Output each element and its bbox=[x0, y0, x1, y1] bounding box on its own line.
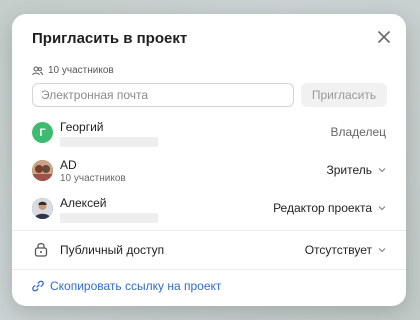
member-name: AD bbox=[60, 158, 77, 172]
chevron-down-icon bbox=[378, 168, 386, 173]
member-role-label: Владелец bbox=[330, 125, 386, 139]
copy-link-label: Скопировать ссылку на проект bbox=[50, 279, 222, 293]
avatar-photo bbox=[32, 198, 53, 219]
email-field[interactable] bbox=[32, 83, 294, 107]
member-row: Алексей Редактор проекта bbox=[32, 196, 386, 226]
avatar bbox=[32, 160, 53, 181]
invite-dialog: Пригласить в проект 10 участников Пригла… bbox=[12, 14, 406, 306]
member-row: Г Георгий Владелец bbox=[32, 120, 386, 150]
member-name: Георгий bbox=[60, 120, 104, 134]
avatar: Г bbox=[32, 122, 53, 143]
member-email-redacted bbox=[60, 137, 158, 147]
member-subtitle: 10 участников bbox=[60, 173, 126, 184]
member-role-dropdown[interactable]: Редактор проекта bbox=[273, 201, 386, 215]
copy-link-button[interactable]: Скопировать ссылку на проект bbox=[32, 279, 221, 293]
member-role-label: Редактор проекта bbox=[273, 201, 372, 215]
public-access-dropdown[interactable]: Отсутствует bbox=[305, 243, 386, 257]
link-icon bbox=[32, 280, 44, 292]
members-count-label: 10 участников bbox=[48, 65, 114, 76]
avatar bbox=[32, 198, 53, 219]
avatar-photo bbox=[32, 160, 53, 181]
member-name: Алексей bbox=[60, 196, 107, 210]
chevron-down-icon bbox=[378, 206, 386, 211]
member-role: Владелец bbox=[330, 125, 386, 139]
public-access-label: Публичный доступ bbox=[60, 243, 165, 257]
divider bbox=[12, 269, 406, 270]
public-access-value: Отсутствует bbox=[304, 243, 372, 257]
dialog-title: Пригласить в проект bbox=[32, 30, 188, 47]
close-button[interactable] bbox=[376, 29, 392, 45]
lock-icon bbox=[34, 242, 48, 257]
member-role-label: Зритель bbox=[326, 163, 372, 177]
avatar-letter: Г bbox=[39, 126, 46, 139]
member-role-dropdown[interactable]: Зритель bbox=[326, 163, 386, 177]
divider bbox=[12, 230, 406, 231]
member-email-redacted bbox=[60, 213, 158, 223]
close-icon bbox=[378, 31, 390, 43]
invite-button[interactable]: Пригласить bbox=[301, 83, 387, 107]
member-row: AD 10 участников Зритель bbox=[32, 158, 386, 188]
chevron-down-icon bbox=[378, 248, 386, 253]
users-icon bbox=[32, 66, 43, 75]
members-count: 10 участников bbox=[32, 65, 114, 76]
public-access-row: Публичный доступ Отсутствует bbox=[32, 240, 386, 260]
